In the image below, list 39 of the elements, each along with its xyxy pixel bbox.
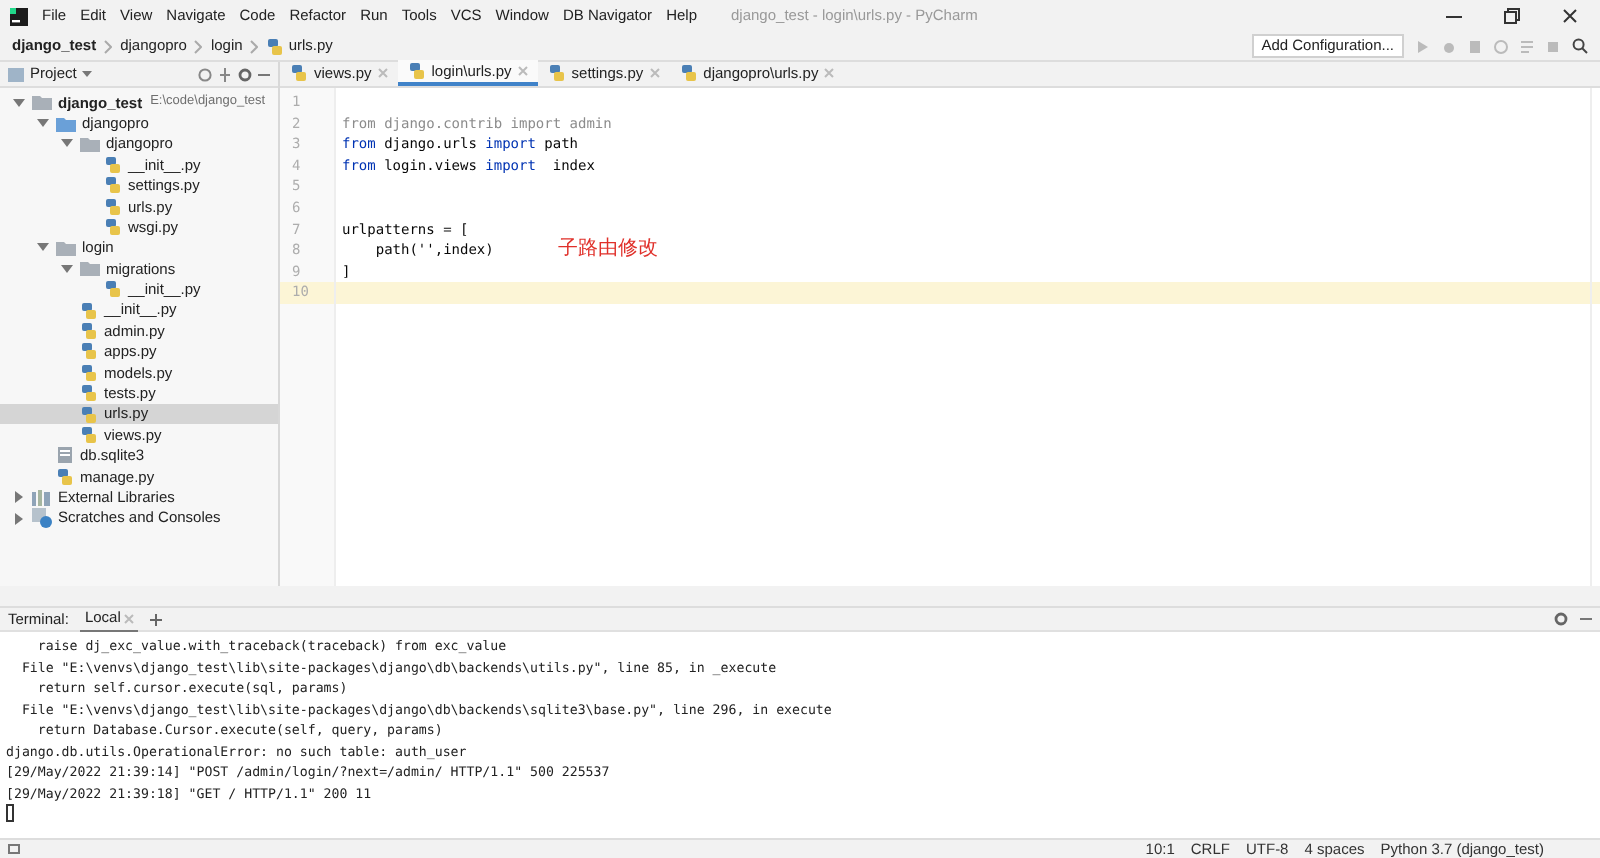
collapse-all-icon[interactable]: [218, 67, 232, 81]
database-file-icon: [56, 446, 74, 465]
python-file-icon: [80, 363, 98, 382]
python-file-icon: [80, 384, 98, 403]
locate-icon[interactable]: [198, 67, 212, 81]
minimize-icon[interactable]: [1446, 15, 1462, 17]
settings-icon[interactable]: [1554, 612, 1568, 626]
library-icon: [32, 489, 52, 506]
python-file-icon: [290, 64, 308, 82]
chevron-icon: [104, 39, 113, 53]
chevron-icon: [250, 39, 259, 53]
python-file-icon: [56, 467, 74, 486]
search-icon[interactable]: [1572, 38, 1588, 54]
python-file-icon: [80, 405, 98, 424]
python-file-icon: [266, 37, 285, 55]
python-file-icon: [679, 64, 698, 82]
python-file-icon: [547, 64, 566, 82]
python-file-icon: [104, 176, 122, 195]
settings-icon[interactable]: [238, 67, 252, 81]
chevron-icon: [194, 39, 203, 53]
python-file-icon: [80, 425, 98, 444]
python-file-icon: [80, 321, 98, 340]
python-file-icon: [407, 62, 426, 80]
python-file-icon: [80, 301, 98, 320]
restore-icon[interactable]: [1504, 8, 1520, 24]
close-icon[interactable]: [1562, 8, 1578, 24]
tool-window-icon[interactable]: [8, 844, 20, 854]
python-file-icon: [104, 155, 122, 174]
terminal-cursor: [6, 804, 14, 822]
scratch-icon: [32, 508, 52, 528]
annotation-text: 子路由修改: [557, 240, 658, 262]
app-logo-icon: [10, 7, 28, 25]
panel-icon: [8, 67, 24, 81]
python-file-icon: [104, 197, 122, 216]
dropdown-caret-icon[interactable]: [82, 70, 93, 78]
add-tab-icon[interactable]: [150, 613, 163, 625]
python-file-icon: [80, 342, 98, 361]
python-file-icon: [104, 218, 122, 237]
python-file-icon: [104, 280, 122, 299]
